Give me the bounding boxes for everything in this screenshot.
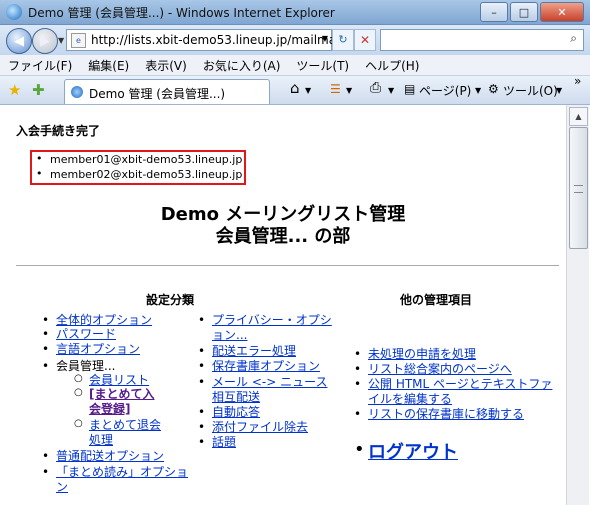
mass-remove-link[interactable]: まとめて退会 (74, 417, 161, 432)
pending-requests-link[interactable]: 未処理の申請を処理 (354, 347, 476, 361)
home-dropdown-icon[interactable]: ▼ (305, 86, 311, 95)
favorites-star-icon[interactable]: ★ (8, 81, 21, 99)
digest-options-link-cont[interactable]: ン (56, 480, 68, 494)
print-dropdown-icon[interactable]: ▼ (388, 86, 394, 95)
mail-news-gateway-link-cont[interactable]: 相互配送 (212, 390, 260, 404)
logout-link[interactable]: ログアウト (368, 438, 458, 464)
maximize-button[interactable]: □ (510, 2, 538, 22)
add-favorite-icon[interactable]: ✚ (32, 81, 45, 99)
address-toolbar: ◀ ▶ ▼ e http://lists.xbit-demo53.lineup.… (0, 25, 590, 55)
menu-view[interactable]: 表示(V) (137, 57, 195, 74)
edit-html-link-cont[interactable]: イルを編集する (368, 392, 452, 406)
mail-news-gateway-link[interactable]: メール <-> ニュース (198, 375, 328, 389)
digest-options-link[interactable]: 「まとめ読み」オプショ (42, 465, 188, 479)
other-admin-heading: 他の管理項目 (400, 293, 473, 307)
privacy-options-link-cont[interactable]: ョン... (212, 328, 247, 342)
address-url[interactable]: http://lists.xbit-demo53.lineup.jp/mailm… (91, 33, 348, 47)
vertical-scrollbar[interactable]: ▲ (566, 105, 589, 505)
window-title: Demo 管理 (会員管理...) - Windows Internet Exp… (28, 6, 335, 20)
minimize-button[interactable]: – (480, 2, 508, 22)
page-dropdown-icon[interactable]: ▼ (475, 86, 481, 95)
menu-edit[interactable]: 編集(E) (80, 57, 137, 74)
nondigest-options-link[interactable]: 普通配送オプション (42, 449, 164, 463)
page-menu[interactable]: ページ(P) (419, 82, 471, 99)
settings-heading: 設定分類 (146, 293, 195, 307)
scroll-grip-icon (574, 185, 583, 193)
title-bar: Demo 管理 (会員管理...) - Windows Internet Exp… (0, 0, 590, 25)
member-list-link[interactable]: 会員リスト (74, 372, 149, 387)
member-item: member02@xbit-demo53.lineup.jp (36, 167, 242, 181)
general-options-link[interactable]: 全体的オプション (42, 313, 152, 327)
autoreply-link[interactable]: 自動応答 (198, 405, 260, 419)
window-controls: – □ ✕ (480, 2, 584, 22)
forward-button[interactable]: ▶ (32, 28, 58, 54)
search-input[interactable]: ⌕ (380, 29, 584, 51)
home-icon[interactable]: ⌂ (290, 79, 300, 97)
tools-dropdown-icon[interactable]: ▼ (556, 86, 562, 95)
member-item: member01@xbit-demo53.lineup.jp (36, 152, 242, 166)
tab-toolbar: ★ ✚ Demo 管理 (会員管理...) ⌂ ▼ ☰ ▼ ⎙ ▼ ▤ ページ(… (0, 74, 590, 105)
tools-menu[interactable]: ツール(O) (503, 82, 558, 99)
back-button[interactable]: ◀ (6, 28, 32, 54)
privacy-options-link[interactable]: プライバシー・オプシ (198, 313, 332, 327)
feeds-dropdown-icon[interactable]: ▼ (346, 86, 352, 95)
archive-options-link[interactable]: 保存書庫オプション (198, 359, 320, 373)
browser-tab[interactable]: Demo 管理 (会員管理...) (64, 79, 270, 104)
menu-favorites[interactable]: お気に入り(A) (195, 57, 289, 74)
tab-page-icon (71, 86, 83, 98)
scroll-up-icon[interactable]: ▲ (569, 107, 588, 126)
address-bar[interactable]: e http://lists.xbit-demo53.lineup.jp/mai… (66, 29, 348, 51)
page-content: 入会手続き完了 member01@xbit-demo53.lineup.jp m… (0, 105, 566, 505)
menu-tools[interactable]: ツール(T) (288, 57, 357, 74)
history-dropdown-icon[interactable]: ▼ (58, 36, 64, 45)
archives-link[interactable]: リストの保存書庫に移動する (354, 407, 524, 421)
language-options-link[interactable]: 言語オプション (42, 342, 140, 356)
members-management-label: 会員管理... (42, 359, 116, 373)
bounce-processing-link[interactable]: 配送エラー処理 (198, 344, 296, 358)
address-dropdown-icon[interactable]: ▼ (322, 34, 328, 43)
mass-remove-link-cont[interactable]: 処理 (89, 433, 113, 447)
print-icon[interactable]: ⎙ (370, 80, 381, 96)
ie-app-icon (6, 4, 22, 20)
mass-subscribe-link[interactable]: [まとめて入 (74, 386, 154, 401)
gear-icon: ⚙ (488, 82, 499, 96)
content-filtering-link[interactable]: 添付ファイル除去 (198, 420, 308, 434)
more-chevron-icon[interactable]: » (574, 74, 581, 88)
listinfo-link[interactable]: リスト総合案内のページへ (354, 362, 512, 376)
menu-help[interactable]: ヘルプ(H) (357, 57, 427, 74)
feeds-icon[interactable]: ☰ (330, 82, 341, 96)
refresh-button[interactable]: ↻ (332, 29, 354, 51)
edit-html-link[interactable]: 公開 HTML ページとテキストファ (354, 377, 552, 391)
mass-subscribe-link-cont[interactable]: 会登録] (89, 402, 131, 416)
subscribe-complete-title: 入会手続き完了 (16, 124, 101, 138)
menu-bar: ファイル(F) 編集(E) 表示(V) お気に入り(A) ツール(T) ヘルプ(… (0, 55, 590, 76)
stop-button[interactable]: ✕ (354, 29, 376, 51)
divider (16, 265, 559, 266)
menu-file[interactable]: ファイル(F) (0, 57, 80, 74)
page-icon: e (71, 33, 86, 48)
page-subtitle: 会員管理... の部 (215, 226, 351, 247)
password-link[interactable]: パスワード (42, 327, 116, 341)
search-icon[interactable]: ⌕ (570, 31, 577, 46)
page-icon-small: ▤ (404, 82, 416, 96)
scroll-thumb[interactable] (569, 127, 588, 249)
tab-label: Demo 管理 (会員管理...) (89, 87, 226, 101)
topics-link[interactable]: 話題 (198, 435, 236, 449)
close-button[interactable]: ✕ (540, 2, 584, 22)
